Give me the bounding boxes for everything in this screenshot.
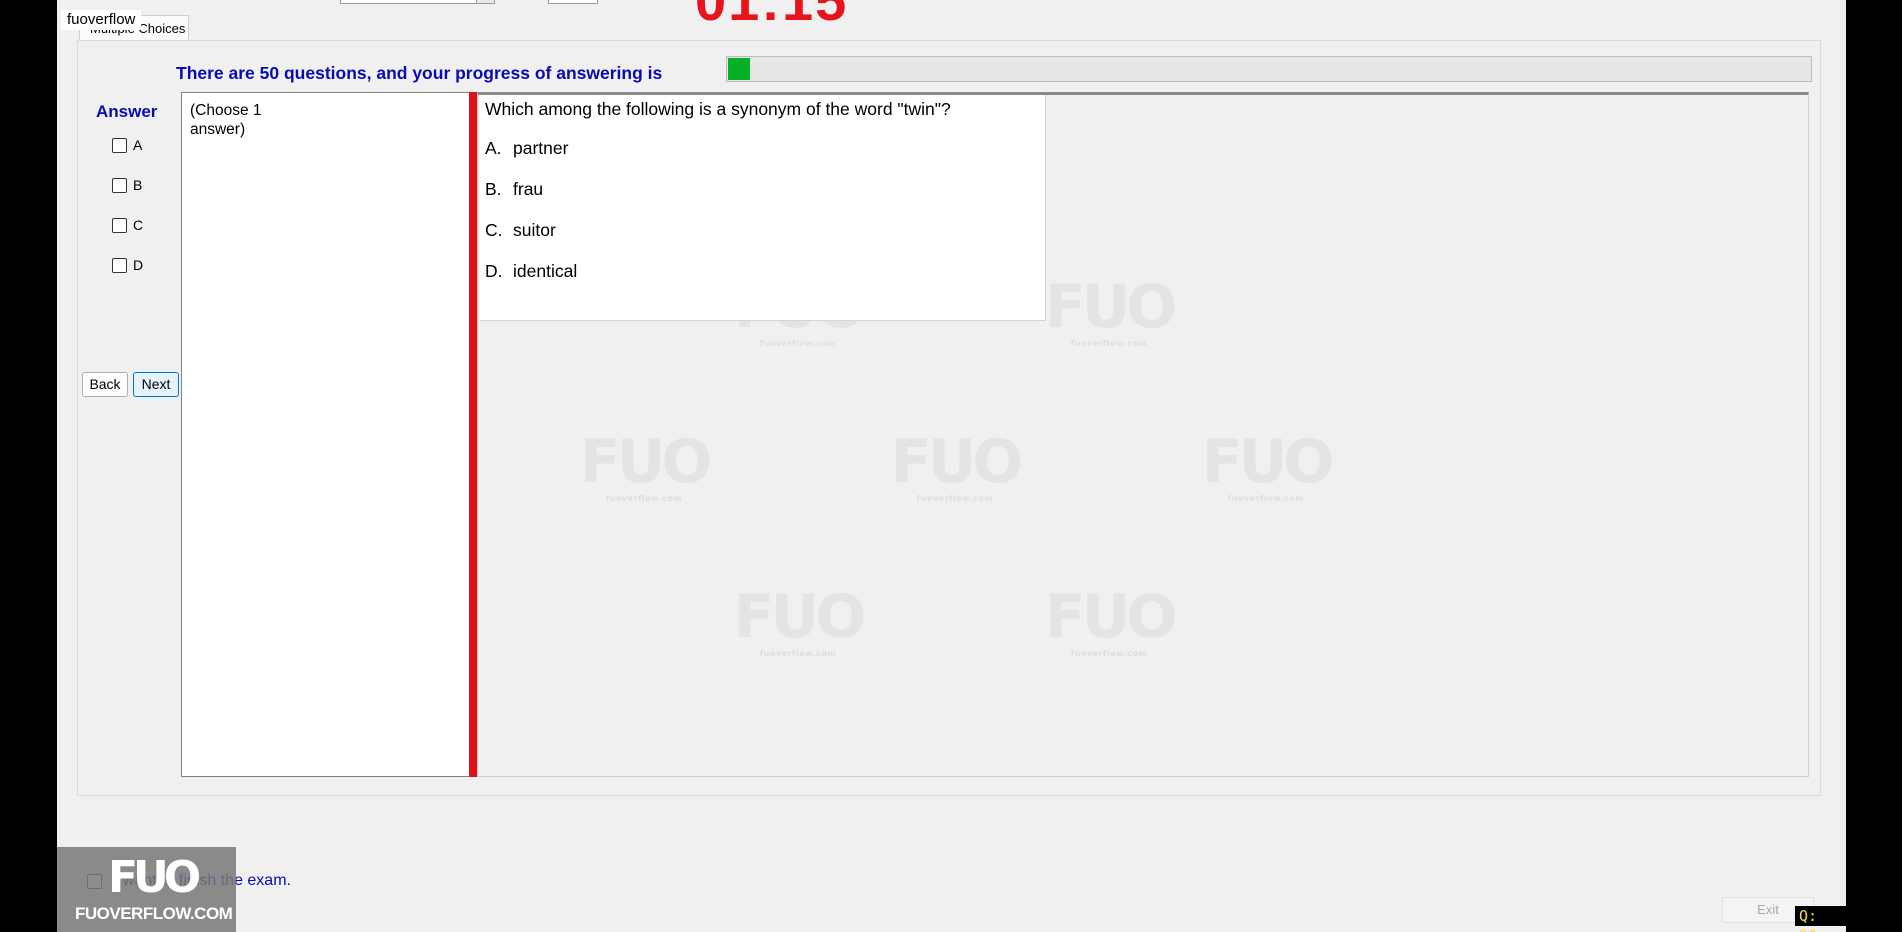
countdown-timer: 01:15 — [695, 0, 849, 32]
exam-window: 01:15 fuoverflow Multiple Choices There … — [57, 0, 1846, 932]
choice-text: partner — [513, 138, 569, 158]
option-label: B — [133, 177, 143, 193]
option-label: C — [133, 217, 144, 233]
choice-d: D. identical — [485, 261, 577, 282]
checkbox[interactable] — [112, 257, 127, 273]
answer-option-d[interactable]: D — [112, 257, 143, 273]
watermark-mark: FUO — [1201, 427, 1335, 497]
choice-letter: A. — [485, 138, 502, 158]
progress-bar — [726, 56, 1812, 82]
choice-letter: C. — [485, 220, 503, 240]
checkbox[interactable] — [112, 217, 127, 233]
option-label: D — [133, 257, 144, 273]
watermark-mark: FUO — [1044, 582, 1178, 652]
watermark: FUOfuoverflow.com — [1044, 586, 1178, 660]
checkbox[interactable] — [112, 137, 127, 153]
choice-a: A. partner — [485, 138, 568, 159]
site-logo: FUO FUOVERFLOW.COM — [57, 847, 236, 932]
logo-name: FUOVERFLOW.COM — [75, 904, 233, 923]
answer-title: Answer — [96, 102, 158, 121]
choice-letter: B. — [485, 179, 502, 199]
answer-option-b[interactable]: B — [112, 177, 142, 193]
checkbox[interactable] — [112, 177, 127, 193]
top-combo-box[interactable] — [340, 0, 495, 4]
watermark: FUOfuoverflow.com — [1201, 431, 1335, 505]
watermark-mark: FUO — [890, 427, 1024, 497]
choice-text: frau — [513, 179, 544, 199]
choice-b: B. frau — [485, 179, 543, 200]
question-counter: Q: 30 — [1795, 906, 1846, 932]
question-text: Which among the following is a synonym o… — [485, 99, 951, 119]
top-spin-box[interactable] — [548, 0, 598, 4]
choice-text: identical — [513, 261, 578, 281]
question-box: Which among the following is a synonym o… — [480, 95, 1046, 321]
choice-text: suitor — [513, 220, 556, 240]
instruction-text: (Choose 1 answer) — [190, 102, 262, 138]
watermark: FUOfuoverflow.com — [1044, 276, 1178, 350]
choice-c: C. suitor — [485, 220, 556, 241]
watermark-mark: FUO — [579, 427, 713, 497]
logo-mark: FUO — [108, 852, 201, 903]
watermark: FUOfuoverflow.com — [890, 431, 1024, 505]
progress-fill — [728, 58, 750, 80]
progress-text: There are 50 questions, and your progres… — [176, 63, 663, 83]
next-button[interactable]: Next — [133, 372, 179, 397]
watermark: FUOfuoverflow.com — [733, 586, 867, 660]
option-label: A — [133, 137, 143, 153]
instruction-panel: (Choose 1 answer) — [181, 92, 471, 777]
watermark-mark: FUO — [1044, 272, 1178, 342]
watermark-label: fuoverflow — [61, 10, 142, 30]
watermark-mark: FUO — [733, 582, 867, 652]
answer-option-c[interactable]: C — [112, 217, 143, 233]
combo-arrow[interactable] — [476, 0, 494, 3]
answer-option-a[interactable]: A — [112, 137, 142, 153]
watermark: FUOfuoverflow.com — [579, 431, 713, 505]
choice-letter: D. — [485, 261, 503, 281]
back-button[interactable]: Back — [82, 372, 128, 397]
panel-divider[interactable] — [469, 92, 477, 777]
